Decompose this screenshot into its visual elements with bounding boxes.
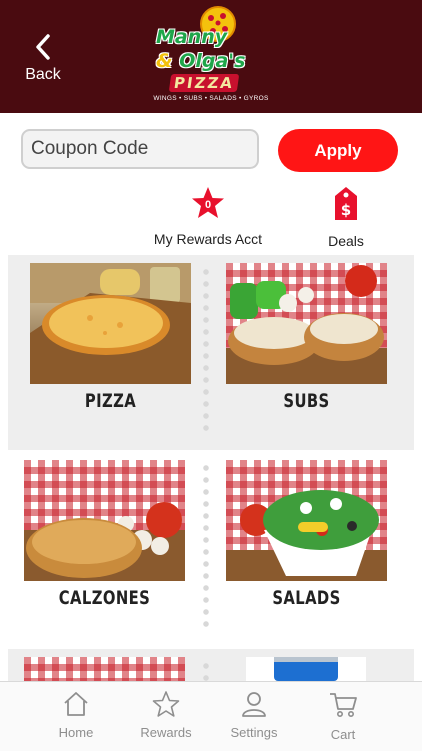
tab-cart-label: Cart <box>330 727 356 742</box>
category-salads[interactable]: SALADS <box>226 460 387 609</box>
chevron-left-icon <box>36 34 50 60</box>
tab-home-label: Home <box>58 725 94 740</box>
svg-text:$: $ <box>341 201 351 219</box>
tab-cart[interactable]: Cart <box>303 690 383 742</box>
logo-tagline: WINGS • SUBS • SALADS • GYROS <box>153 95 269 102</box>
rewards-star-badge: 0 <box>191 186 225 225</box>
coupon-code-input[interactable] <box>21 129 259 169</box>
rewards-points-count: 0 <box>204 199 212 211</box>
category-pizza[interactable]: PIZZA <box>30 263 191 412</box>
subs-photo <box>226 263 387 384</box>
category-subs[interactable]: SUBS <box>226 263 387 412</box>
person-icon <box>242 692 266 717</box>
subs-image <box>226 265 387 384</box>
next-category-photo[interactable] <box>24 657 185 681</box>
category-label: PIZZA <box>84 390 137 412</box>
star-icon <box>152 691 180 717</box>
category-label: CALZONES <box>58 587 151 609</box>
bottom-tab-bar: Home Rewards Settings Cart <box>0 681 422 751</box>
back-button[interactable]: Back <box>18 34 68 90</box>
brand-logo: Manny & Olga's PIZZA WINGS • SUBS • SALA… <box>150 6 272 106</box>
apply-coupon-button[interactable]: Apply <box>278 129 398 172</box>
divider-dots <box>202 660 210 682</box>
drinks-category-photo[interactable] <box>246 657 366 681</box>
tab-settings[interactable]: Settings <box>214 690 294 740</box>
price-tag-icon: $ <box>335 187 357 220</box>
divider-dots <box>202 266 210 434</box>
tab-rewards-label: Rewards <box>140 725 192 740</box>
tab-rewards[interactable]: Rewards <box>126 690 206 740</box>
pizza-image <box>30 263 191 384</box>
home-icon <box>64 692 88 716</box>
deals-label: Deals <box>328 233 364 249</box>
salads-image <box>226 490 387 581</box>
divider-dots <box>202 462 210 630</box>
logo-text-manny: Manny <box>156 26 228 48</box>
deals-tag-badge: $ <box>333 186 359 227</box>
app-header: Back Manny & Olga's PIZZA WINGS • SUBS •… <box>0 0 422 113</box>
logo-text-olgas-word: Olga's <box>179 50 246 72</box>
logo-text-pizza: PIZZA <box>168 74 240 92</box>
deals-button[interactable]: $ Deals <box>316 186 376 249</box>
logo-ampersand: & <box>156 50 173 72</box>
category-label: SALADS <box>272 587 341 609</box>
tab-settings-label: Settings <box>230 725 278 740</box>
cart-icon <box>330 693 357 717</box>
rewards-label: My Rewards Acct <box>153 231 263 247</box>
my-rewards-account-button[interactable]: 0 My Rewards Acct <box>150 186 266 247</box>
calzones-photo <box>24 460 185 581</box>
pizza-photo <box>30 263 191 384</box>
category-label: SUBS <box>283 390 330 412</box>
back-label: Back <box>25 66 61 83</box>
soda-can-image <box>274 657 338 681</box>
category-calzones[interactable]: CALZONES <box>24 460 185 609</box>
salads-photo <box>226 460 387 581</box>
tab-home[interactable]: Home <box>36 690 116 740</box>
logo-text-olgas: & Olga's <box>156 50 245 72</box>
calzones-image <box>24 502 185 581</box>
